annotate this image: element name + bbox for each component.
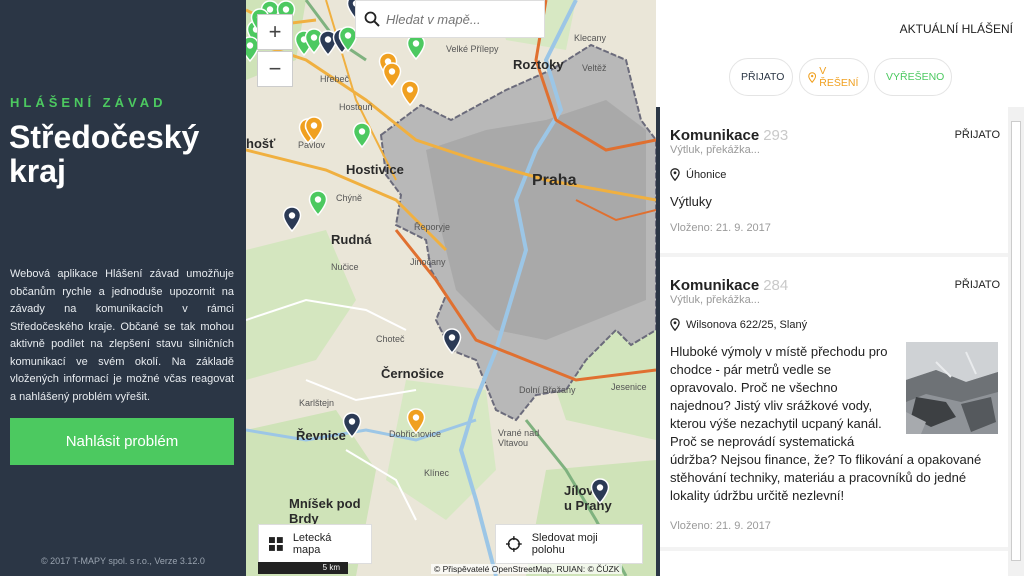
footer-copyright: © 2017 T-MAPY spol. s r.o., Verze 3.12.0 [41,556,205,566]
filter-prijato-label: PŘIJATO [741,71,785,83]
report-location-text: Wilsonova 622/25, Slaný [686,318,808,331]
location-pin-icon [670,168,680,181]
track-location-label: Sledovat moji polohu [531,532,598,556]
map-label-roztoky: Roztoky [513,57,564,72]
reports-scrollbar[interactable] [1008,107,1024,576]
map-label-chyne: Chýně [336,193,363,203]
report-pin-marker[interactable] [304,116,324,143]
report-card[interactable]: Komunikace 284 PŘIJATO Výtluk, překážka..… [660,257,1008,547]
map-attribution: © Přispěvatelé OpenStreetMap, RUIAN: © Č… [431,564,623,574]
map-label-chotec: Choteč [376,334,405,344]
map-view[interactable]: Praha Roztoky Hostivice Rudná Černošice … [246,0,656,576]
map-label-revnice: Řevnice [296,428,346,443]
report-number: 293 [763,127,789,144]
map-label-klecany: Klecany [574,33,607,43]
report-date: Vloženo: 21. 9. 2017 [670,222,771,234]
report-card[interactable]: Komunikace 293 PŘIJATO Výtluk, překážka..… [660,107,1008,253]
report-text-body: Hluboké výmoly v místě přechodu pro chod… [670,343,998,505]
filter-prijato[interactable]: PŘIJATO [729,58,793,96]
report-pin-marker[interactable] [342,412,362,439]
map-label-praha: Praha [532,172,577,189]
report-status: PŘIJATO [954,129,1000,141]
app-subtitle: HLÁŠENÍ ZÁVAD [10,95,167,110]
report-number: 284 [763,277,789,294]
info-panel: HLÁŠENÍ ZÁVAD Středočeský kraj Webová ap… [0,0,246,576]
grid-icon [269,537,283,551]
report-pin-marker[interactable] [308,190,328,217]
map-label-hostoun: hošť [246,136,276,151]
report-location: Úhonice [670,168,726,181]
report-text: Hluboké výmoly v místě přechodu pro chod… [670,343,998,505]
map-label-dolni-brezany: Dolní Břežany [519,385,576,395]
report-subtitle: Výtluk, překážka... [670,144,760,156]
zoom-out-button[interactable]: − [257,51,293,87]
map-search-input[interactable] [386,11,536,27]
report-card[interactable] [660,551,1008,576]
search-icon [364,11,380,27]
map-label-karlstejn: Karlštejn [299,398,335,408]
report-problem-button[interactable]: Nahlásit problém [10,418,234,465]
filter-vyreseno[interactable]: VYŘEŠENO [874,58,952,96]
report-pin-marker[interactable] [442,328,462,355]
map-label-veltez: Veltěž [582,63,607,73]
aerial-map-button[interactable]: Letecká mapa [258,524,372,564]
report-pin-marker[interactable] [282,206,302,233]
aerial-map-label: Letecká mapa [292,532,332,556]
text-float-spacer [898,343,998,439]
report-subtitle: Výtluk, překážka... [670,294,760,306]
filter-v-reseni-label: V ŘEŠENÍ [819,65,859,89]
map-label-jesenice: Jesenice [611,382,647,392]
map-label-hostoun-small: Hostouň [339,102,373,112]
report-location: Wilsonova 622/25, Slaný [670,318,807,331]
map-label-rudna: Rudná [331,232,372,247]
map-search-box[interactable] [355,0,545,38]
report-date: Vloženo: 21. 9. 2017 [670,520,771,532]
report-status: PŘIJATO [954,279,1000,291]
filter-v-reseni[interactable]: V ŘEŠENÍ [799,58,869,96]
map-label-mnisek: Mníšek pod Brdy [289,496,361,526]
reports-panel: AKTUÁLNÍ HLÁŠENÍ PŘIJATO V ŘEŠENÍ VYŘEŠE… [656,0,1024,576]
map-label-jinocany: Jinočany [410,257,446,267]
map-label-reporyje: Řeporyje [414,222,451,232]
current-reports-heading: AKTUÁLNÍ HLÁŠENÍ [899,22,1013,36]
map-label-hostivice: Hostivice [346,162,404,177]
map-label-hrebec: Hřebeč [320,74,350,84]
report-text: Výtluky [670,194,712,209]
report-location-text: Úhonice [686,168,727,181]
report-pin-marker[interactable] [352,122,372,149]
report-title: Komunikace 293 [670,127,788,144]
report-pin-marker[interactable] [400,80,420,107]
report-pin-marker[interactable] [590,478,610,505]
location-pin-icon [808,71,817,83]
location-pin-icon [670,318,680,331]
map-label-cernosice: Černošice [381,366,444,381]
zoom-in-button[interactable]: + [257,14,293,50]
crosshair-icon [506,536,522,552]
report-category: Komunikace [670,127,760,144]
map-label-klinec: Klínec [424,468,450,478]
scrollbar-thumb[interactable] [1011,121,1021,561]
report-title: Komunikace 284 [670,277,788,294]
report-category: Komunikace [670,277,760,294]
report-pin-marker[interactable] [406,408,426,435]
app-title: Středočeský kraj [9,119,200,189]
reports-list[interactable]: Komunikace 293 PŘIJATO Výtluk, překážka..… [656,107,1008,576]
report-pin-marker[interactable] [382,62,402,89]
track-location-button[interactable]: Sledovat moji polohu [495,524,643,564]
filter-vyreseno-label: VYŘEŠENO [886,71,945,83]
map-label-vrane: Vrané nad Vltavou [498,428,540,448]
map-label-nucice: Nučice [331,262,359,272]
app-description: Webová aplikace Hlášení závad umožňuje o… [10,268,234,403]
map-label-velke-prilepy: Velké Přílepy [446,44,499,54]
map-scale: 5 km [258,562,348,574]
